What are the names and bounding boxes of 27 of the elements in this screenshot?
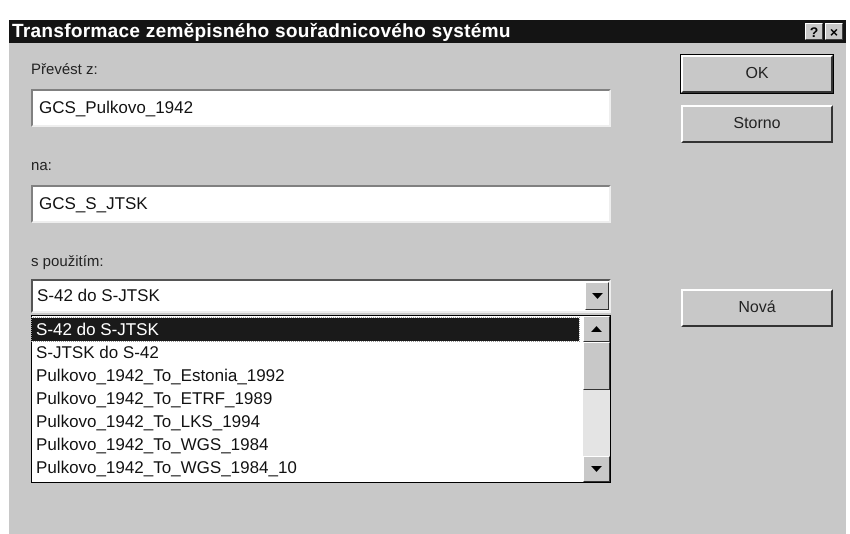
input-field[interactable]: GCS_Pulkovo_1942 — [31, 89, 611, 127]
scroll-up-button[interactable] — [583, 316, 610, 342]
list-item[interactable]: S-42 do S-JTSK — [32, 318, 579, 341]
dropdown-button[interactable] — [585, 282, 609, 310]
scrollbar[interactable] — [583, 316, 610, 482]
list-item[interactable]: Pulkovo_1942_To_WGS_1984 — [32, 433, 583, 456]
list-item[interactable]: Pulkovo_1942_To_LKS_1994 — [32, 410, 583, 433]
down-arrow-icon — [592, 293, 602, 299]
down-arrow-icon — [591, 466, 602, 472]
list-item[interactable]: S-JTSK do S-42 — [32, 341, 583, 364]
list-item[interactable]: Pulkovo_1942_To_Estonia_1992 — [32, 364, 583, 387]
list-item[interactable]: Pulkovo_1942_To_ETRF_1989 — [32, 387, 583, 410]
close-button[interactable]: × — [825, 23, 843, 40]
field-label: Převést z: — [31, 61, 99, 80]
ok-button[interactable]: OK — [681, 55, 833, 93]
new-button[interactable]: Nová — [681, 289, 833, 327]
dropdown-field[interactable]: S-42 do S-JTSK — [31, 279, 611, 313]
field-label: na: — [31, 157, 53, 176]
up-arrow-icon — [591, 326, 602, 332]
scroll-down-button[interactable] — [583, 456, 610, 482]
help-button[interactable]: ? — [805, 23, 823, 40]
list-item[interactable]: Pulkovo_1942_To_WGS_1984_10 — [32, 456, 583, 479]
scroll-thumb[interactable] — [583, 342, 610, 390]
cancel-button[interactable]: Storno — [681, 105, 833, 143]
window-title: Transformace zeměpisného souřadnicového systému — [12, 20, 512, 42]
field-label: s použitím: — [31, 253, 105, 272]
input-field[interactable]: GCS_S_JTSK — [31, 185, 611, 223]
